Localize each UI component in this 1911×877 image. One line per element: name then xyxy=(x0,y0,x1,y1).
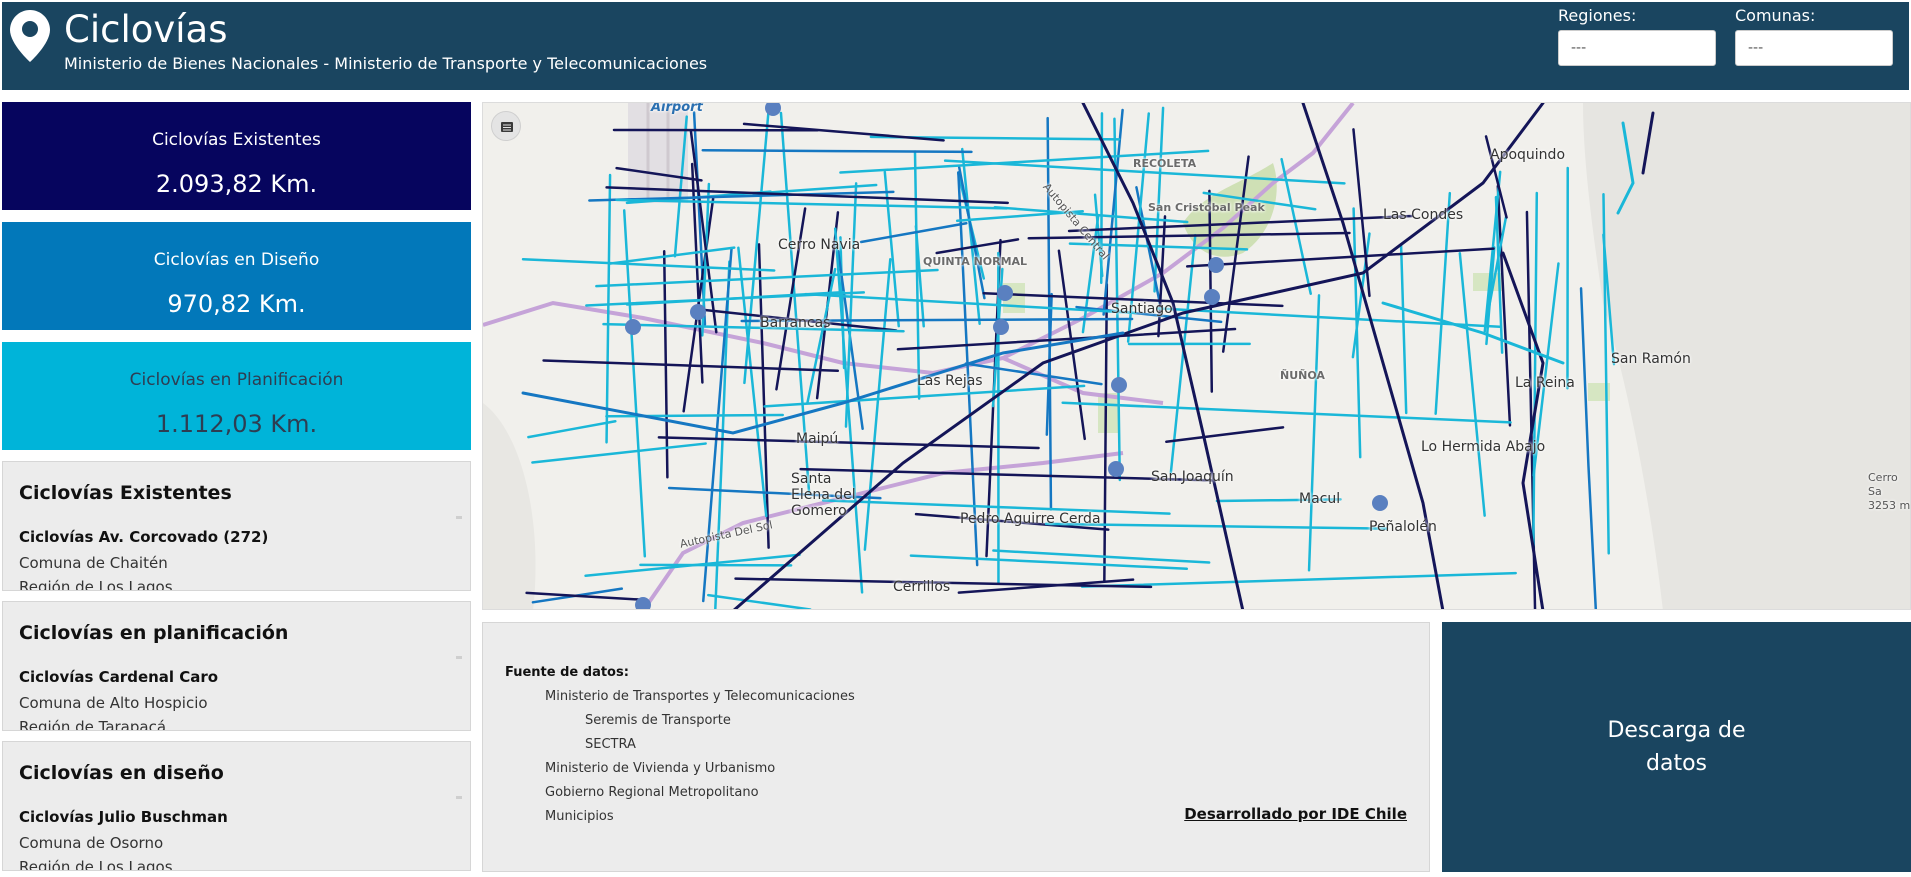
source-item: Seremis de Transporte xyxy=(585,713,731,728)
map-label: Macul xyxy=(1299,491,1341,507)
map-label: Apoquindo xyxy=(1490,147,1566,163)
scrollbar[interactable] xyxy=(456,796,462,799)
list-item-name[interactable]: Ciclovías Av. Corcovado (272) xyxy=(19,528,268,546)
list-item-region: Región de Los Lagos xyxy=(19,578,173,591)
list-item-name[interactable]: Ciclovías Cardenal Caro xyxy=(19,668,218,686)
scrollbar[interactable] xyxy=(456,516,462,519)
source-item: Municipios xyxy=(545,809,614,824)
list-item-region: Región de Tarapacá xyxy=(19,718,167,731)
download-data-button[interactable]: Descarga de datos xyxy=(1442,622,1911,872)
bike-lane xyxy=(701,149,973,154)
sources-title: Fuente de datos: xyxy=(505,665,629,680)
layer-list-button[interactable] xyxy=(491,111,521,141)
map-label: San Ramón xyxy=(1611,351,1691,367)
comunas-label: Comunas: xyxy=(1735,6,1816,25)
stat-label: Ciclovías Existentes xyxy=(152,130,321,150)
map-label: Santiago xyxy=(1111,301,1173,317)
map-label: RECOLETA xyxy=(1133,157,1197,170)
list-item-region: Región de Los Lagos xyxy=(19,858,173,871)
map-label: Pedro Aguirre Cerda xyxy=(960,511,1101,527)
comunas-filter: Comunas: --- xyxy=(1735,6,1893,66)
map-label: QUINTA NORMAL xyxy=(923,255,1028,268)
source-item: SECTRA xyxy=(585,737,636,752)
map-label: Airport xyxy=(651,102,703,115)
list-icon xyxy=(501,122,513,132)
stat-label: Ciclovías en Planificación xyxy=(129,370,344,390)
stat-value: 1.112,03 Km. xyxy=(155,410,318,438)
stat-planificacion[interactable]: Ciclovías en Planificación 1.112,03 Km. xyxy=(2,342,471,450)
map-label: Maipú xyxy=(796,431,839,447)
source-item: Gobierno Regional Metropolitano xyxy=(545,785,759,800)
source-item: Ministerio de Vivienda y Urbanismo xyxy=(545,761,776,776)
map-label: Cerro Navia xyxy=(778,237,861,253)
app-title: Ciclovías xyxy=(64,8,228,51)
regiones-label: Regiones: xyxy=(1558,6,1637,25)
map-label: Las Rejas xyxy=(917,373,983,389)
regiones-select[interactable]: --- xyxy=(1558,30,1716,66)
developer-link[interactable]: Desarrollado por IDE Chile xyxy=(1184,805,1407,823)
list-item-comuna: Comuna de Alto Hospicio xyxy=(19,694,208,712)
stat-diseno[interactable]: Ciclovías en Diseño 970,82 Km. xyxy=(2,222,471,330)
app-subtitle: Ministerio de Bienes Nacionales - Minist… xyxy=(64,54,708,73)
map-label: Santa Elena del Gomero xyxy=(791,471,856,519)
map-label: Cerro Sa 3253 m xyxy=(1868,471,1911,512)
list-planificacion[interactable]: Ciclovías en planificación Ciclovías Car… xyxy=(2,601,471,731)
comunas-select[interactable]: --- xyxy=(1735,30,1893,66)
source-item: Ministerio de Transportes y Telecomunica… xyxy=(545,689,855,704)
list-item-comuna: Comuna de Chaitén xyxy=(19,554,168,572)
stat-label: Ciclovías en Diseño xyxy=(153,250,320,270)
list-title: Ciclovías en planificación xyxy=(19,622,289,644)
data-sources-panel: Fuente de datos: Ministerio de Transport… xyxy=(482,622,1430,872)
scrollbar[interactable] xyxy=(456,656,462,659)
map-label: Lo Hermida Abajo xyxy=(1421,439,1546,455)
map-label: La Reina xyxy=(1515,375,1575,391)
list-item-comuna: Comuna de Osorno xyxy=(19,834,164,852)
app-header: Ciclovías Ministerio de Bienes Nacionale… xyxy=(2,2,1909,90)
regiones-filter: Regiones: --- xyxy=(1558,6,1716,66)
bike-lane-map[interactable]: Airport RECOLETA Apoquindo San Cristóbal… xyxy=(482,102,1911,610)
download-label: Descarga de datos xyxy=(1607,718,1746,776)
map-label: Peñalolén xyxy=(1369,519,1437,535)
map-label: Cerrillos xyxy=(893,579,951,595)
map-label: San Cristóbal Peak xyxy=(1148,201,1265,214)
list-title: Ciclovías en diseño xyxy=(19,762,224,784)
list-diseno[interactable]: Ciclovías en diseño Ciclovías Julio Busc… xyxy=(2,741,471,871)
stat-value: 2.093,82 Km. xyxy=(155,170,318,198)
list-title: Ciclovías Existentes xyxy=(19,482,232,504)
map-label: Barrancas xyxy=(760,315,831,331)
list-item-name[interactable]: Ciclovías Julio Buschman xyxy=(19,808,228,826)
stat-existentes[interactable]: Ciclovías Existentes 2.093,82 Km. xyxy=(2,102,471,210)
map-label: San Joaquín xyxy=(1151,469,1234,485)
list-existentes[interactable]: Ciclovías Existentes Ciclovías Av. Corco… xyxy=(2,461,471,591)
map-pin-icon xyxy=(10,10,50,62)
map-label: Las Condes xyxy=(1383,207,1464,223)
map-label: ÑUÑOA xyxy=(1280,369,1325,382)
stat-value: 970,82 Km. xyxy=(167,290,306,318)
